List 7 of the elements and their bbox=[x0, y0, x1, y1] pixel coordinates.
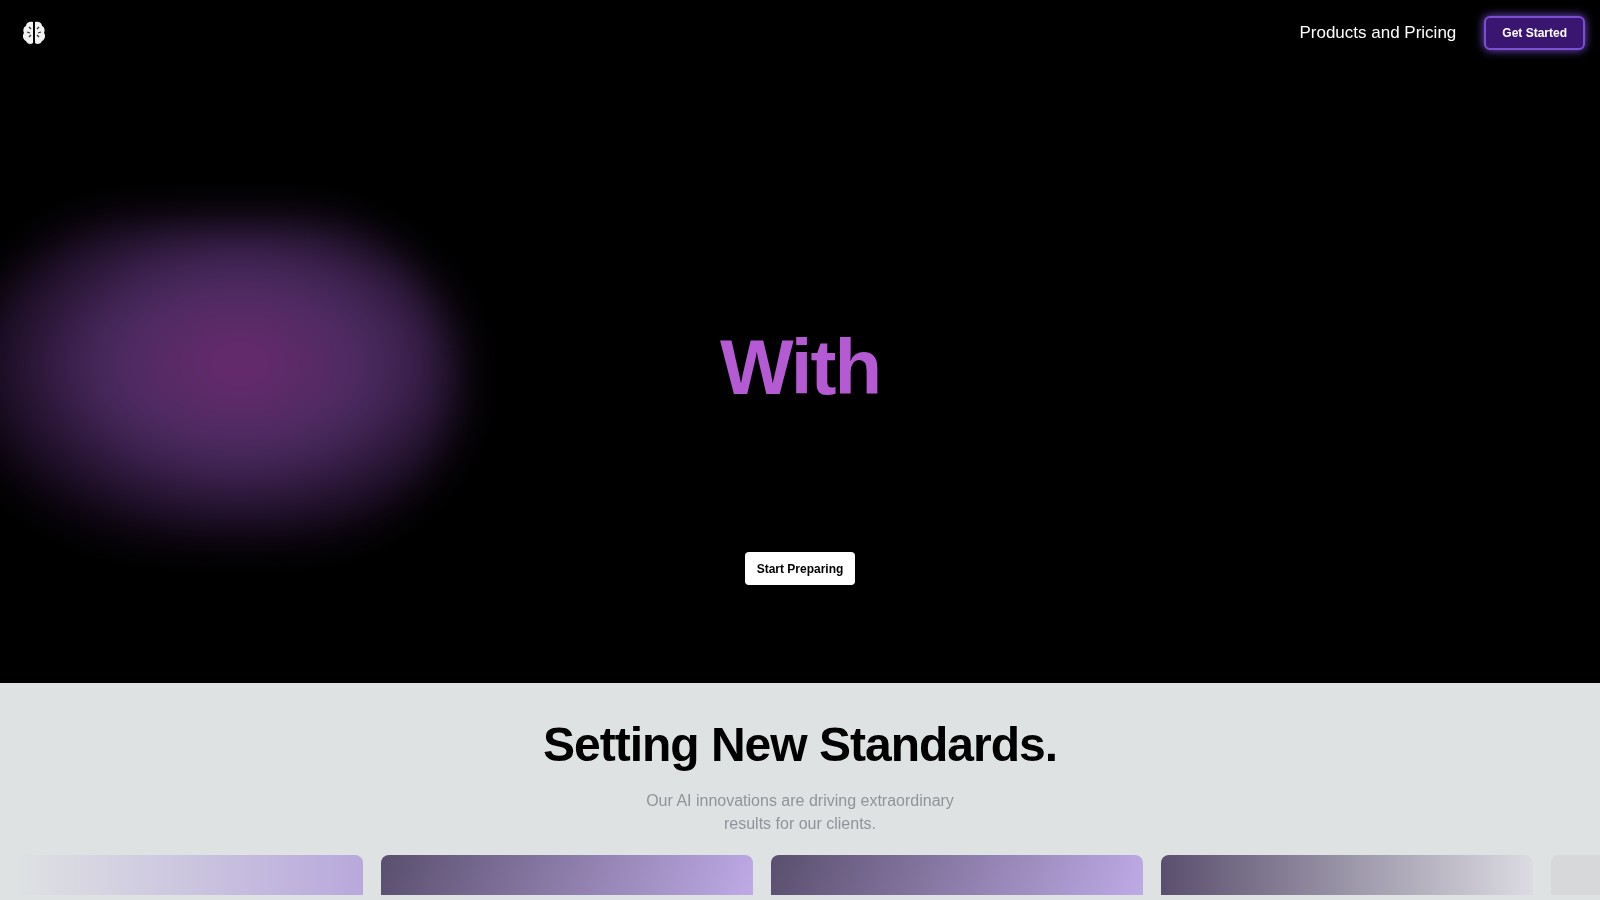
brain-logo-icon[interactable] bbox=[22, 20, 46, 46]
hero-headline: With bbox=[719, 328, 881, 406]
section-subtitle: Our AI innovations are driving extraordinary results for our clients. bbox=[646, 791, 954, 834]
get-started-button[interactable]: Get Started bbox=[1484, 16, 1585, 50]
section-heading: Setting New Standards. bbox=[542, 721, 1058, 769]
start-preparing-button[interactable]: Start Preparing bbox=[744, 552, 856, 585]
nav-link[interactable]: Products and Pricing bbox=[1299, 20, 1457, 46]
